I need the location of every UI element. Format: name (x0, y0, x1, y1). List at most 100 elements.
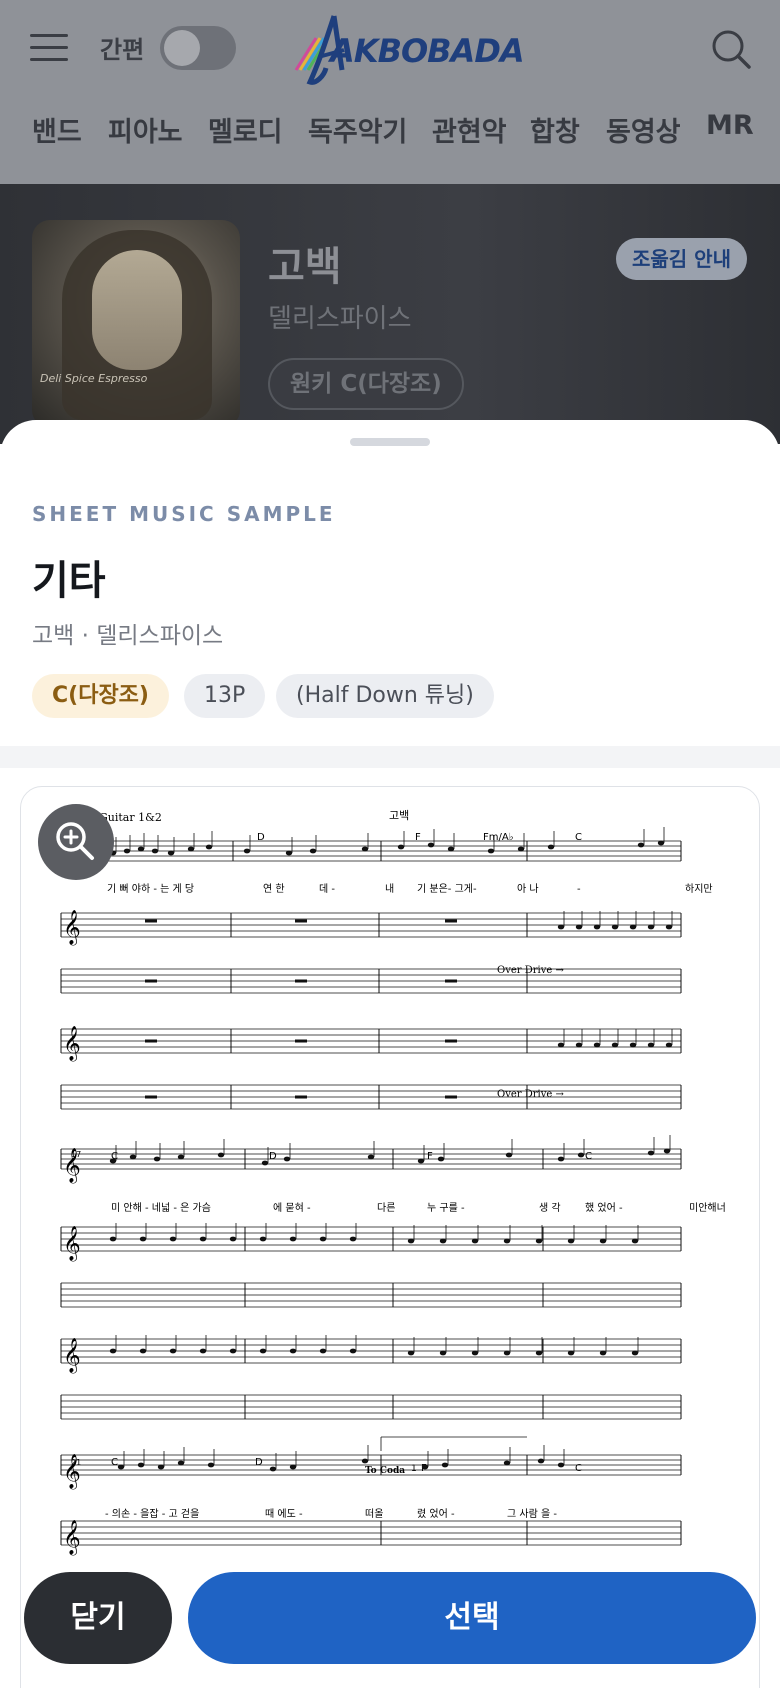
note-head (207, 1462, 215, 1468)
note-head (117, 1464, 125, 1470)
original-key-badge[interactable]: 원키 C(다장조) (268, 358, 464, 410)
lyric-line: 기 분은- 그게- (417, 883, 477, 895)
note-head (441, 1462, 449, 1468)
note-head (427, 842, 435, 848)
menu-icon[interactable] (30, 32, 70, 62)
zoom-in-icon[interactable] (38, 804, 114, 880)
note-head (199, 1348, 207, 1354)
note-head (289, 1236, 297, 1242)
lyric-line: 미안해너 (689, 1201, 726, 1214)
category-nav: 밴드 피아노 멜로디 독주악기 관현악 합창 동영상 MR (0, 110, 780, 160)
lyric-line: 그 사람 을 - (507, 1507, 557, 1520)
note-head (285, 850, 293, 856)
treble-clef-icon: 𝄞 (63, 1026, 81, 1062)
nav-mr[interactable]: MR (706, 110, 754, 141)
lyric-line: 에 묻혀 - (273, 1202, 311, 1214)
sheet-meta: 고백 · 델리스파이스 (32, 623, 224, 649)
note-head (199, 1236, 207, 1242)
note-head (157, 1464, 165, 1470)
note-head (109, 1158, 117, 1164)
score-title: 고백 (389, 809, 409, 822)
treble-clef-icon: 𝄞 (63, 1454, 81, 1490)
note-head (593, 1042, 601, 1048)
select-button[interactable]: 선택 (188, 1572, 756, 1664)
lyric-line: 하지만 (685, 882, 713, 895)
close-button[interactable]: 닫기 (24, 1572, 172, 1664)
note-head (547, 844, 555, 850)
note-head (229, 1236, 237, 1242)
note-head (575, 1042, 583, 1048)
section-divider (0, 746, 780, 768)
note-head (665, 924, 673, 930)
note-head (229, 1348, 237, 1354)
note-head (611, 924, 619, 930)
note-head (261, 1160, 269, 1166)
note-head (657, 840, 665, 846)
note-head (169, 1236, 177, 1242)
nav-choir[interactable]: 합창 (530, 110, 580, 149)
note-head (647, 1150, 655, 1156)
note-head (557, 1042, 565, 1048)
note-head (665, 1042, 673, 1048)
lyric-line: 내 (385, 883, 394, 895)
note-head (647, 924, 655, 930)
treble-clef-icon: 𝄞 (63, 1226, 81, 1262)
note-head (593, 924, 601, 930)
over-drive-label: Over Drive → (497, 965, 564, 976)
note-head (309, 848, 317, 854)
search-icon[interactable] (710, 28, 752, 70)
note-head (503, 1460, 511, 1466)
drag-handle[interactable] (350, 438, 430, 446)
note-head (439, 1350, 447, 1356)
note-head (283, 1156, 291, 1162)
score-image: Guitar 1&2 고백 D F Fm/A♭ C 기 뻐 야하 - 는 게 당… (60, 809, 726, 1556)
nav-video[interactable]: 동영상 (606, 110, 681, 149)
note-head (129, 1154, 137, 1160)
treble-clef-icon: 𝄞 (63, 1520, 81, 1556)
sheet-eyebrow: SHEET MUSIC SAMPLE (32, 502, 336, 526)
cover-face-shape (92, 250, 182, 370)
key-chip: C(다장조) (32, 674, 169, 718)
akbobada-logo[interactable]: AKBOBADA (286, 10, 525, 90)
album-cover: Deli Spice Espresso (32, 220, 240, 428)
note-head (187, 846, 195, 852)
song-title: 고백 (268, 244, 342, 290)
nav-orchestra[interactable]: 관현악 (432, 110, 507, 149)
treble-clef-icon: 𝄞 (63, 1148, 81, 1184)
note-head (177, 1154, 185, 1160)
note-head (557, 924, 565, 930)
lyric-line: 미 안해 - 네넓 - 은 가슴 (111, 1201, 211, 1214)
note-head (471, 1238, 479, 1244)
easy-mode-toggle[interactable] (160, 26, 236, 70)
note-head (361, 1458, 369, 1464)
cover-signature: Deli Spice Espresso (40, 372, 148, 385)
note-head (575, 924, 583, 930)
note-head (517, 846, 525, 852)
lyric-line: - 의손 - 을잡 - 고 걷을 (105, 1508, 199, 1520)
note-head (487, 848, 495, 854)
nav-solo-instrument[interactable]: 독주악기 (308, 110, 407, 149)
note-head (397, 844, 405, 850)
note-head (557, 1156, 565, 1162)
nav-band[interactable]: 밴드 (32, 110, 82, 149)
logo-text: AKBOBADA (330, 32, 525, 70)
note-head (349, 1236, 357, 1242)
note-head (109, 1348, 117, 1354)
score-preview[interactable]: Guitar 1&2 고백 D F Fm/A♭ C 기 뻐 야하 - 는 게 당… (20, 786, 760, 1688)
lyric-line: 다른 (377, 1202, 395, 1214)
note-head (599, 1350, 607, 1356)
lyric-line: 때 에도 - (265, 1508, 303, 1520)
nav-piano[interactable]: 피아노 (108, 110, 183, 149)
note-head (663, 1148, 671, 1154)
note-head (629, 924, 637, 930)
chord-symbol: D (269, 1151, 277, 1162)
lyric-line: - (577, 884, 581, 895)
lyric-line: 생 각 (539, 1202, 561, 1214)
note-head (421, 1464, 429, 1470)
lyric-line: 렸 었어 - (417, 1507, 455, 1520)
transpose-guide-button[interactable]: 조옮김 안내 (616, 238, 747, 280)
note-head (535, 1350, 543, 1356)
nav-melody[interactable]: 멜로디 (208, 110, 283, 149)
note-head (319, 1348, 327, 1354)
note-head (177, 1460, 185, 1466)
